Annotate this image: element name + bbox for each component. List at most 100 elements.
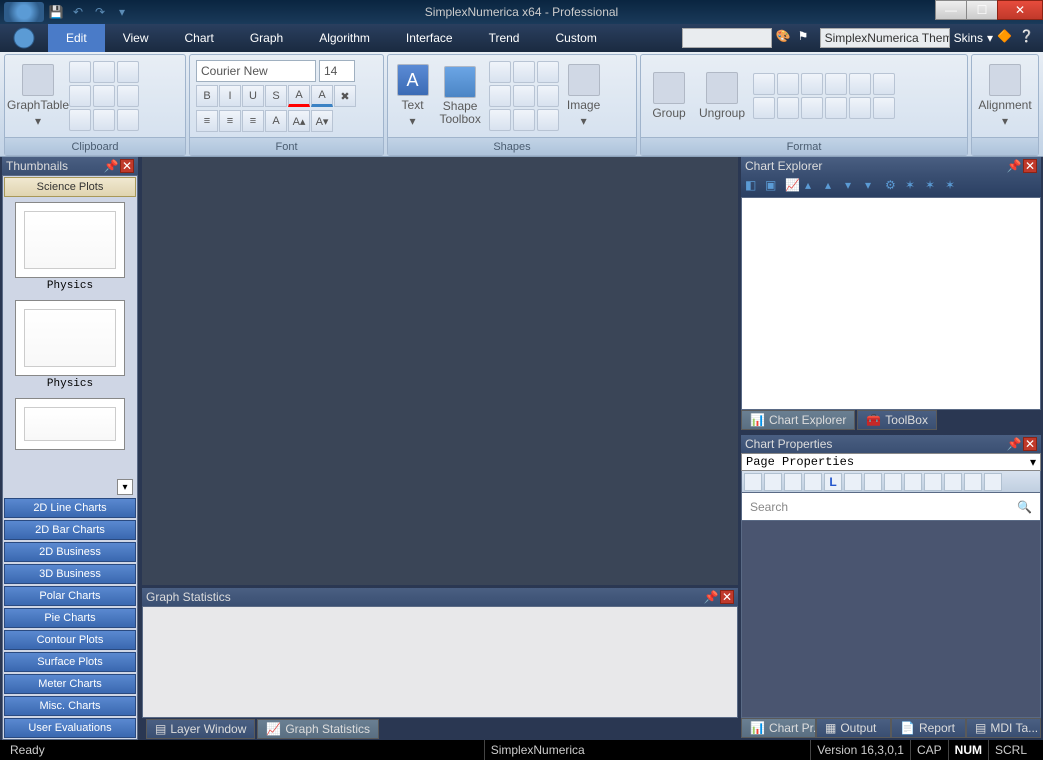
tool-icon[interactable]: 📈 bbox=[785, 178, 801, 194]
help-icon[interactable]: ❔ bbox=[1019, 29, 1037, 47]
prop-icon[interactable] bbox=[884, 473, 902, 491]
app-logo-icon[interactable] bbox=[4, 2, 44, 22]
pin-icon[interactable]: 📌 bbox=[1007, 437, 1021, 451]
undo-icon[interactable]: ↶ bbox=[68, 3, 88, 21]
tool-icon[interactable]: ▣ bbox=[765, 178, 781, 194]
prop-open-icon[interactable] bbox=[764, 473, 782, 491]
pin-icon[interactable]: 📌 bbox=[704, 590, 718, 604]
app-menu-icon[interactable] bbox=[0, 24, 48, 52]
select-icon[interactable] bbox=[117, 109, 139, 131]
tool-icon[interactable]: ✶ bbox=[905, 178, 921, 194]
close-button[interactable]: ✕ bbox=[997, 0, 1043, 20]
distribute-h-icon[interactable] bbox=[849, 97, 871, 119]
rotate-right-icon[interactable] bbox=[777, 73, 799, 95]
tab-interface[interactable]: Interface bbox=[388, 24, 471, 52]
palette-icon[interactable]: 🎨 bbox=[776, 29, 794, 47]
polygon-icon[interactable] bbox=[537, 85, 559, 107]
shrink-font-icon[interactable]: A▾ bbox=[311, 110, 333, 132]
replace-icon[interactable] bbox=[93, 109, 115, 131]
shape-toolbox-button[interactable]: ShapeToolbox bbox=[435, 61, 485, 131]
prop-icon[interactable] bbox=[944, 473, 962, 491]
tab-view[interactable]: View bbox=[105, 24, 167, 52]
font-color-icon[interactable]: A bbox=[288, 85, 310, 107]
ungroup-button[interactable]: Ungroup bbox=[695, 61, 749, 131]
distribute-v-icon[interactable] bbox=[873, 97, 895, 119]
close-panel-icon[interactable]: ✕ bbox=[720, 590, 734, 604]
pointer-icon[interactable] bbox=[608, 98, 630, 120]
rotate-left-icon[interactable] bbox=[753, 73, 775, 95]
tab-chart[interactable]: Chart bbox=[166, 24, 231, 52]
scissors-icon[interactable] bbox=[93, 85, 115, 107]
grow-font-icon[interactable]: A▴ bbox=[288, 110, 310, 132]
flip-h-icon[interactable] bbox=[801, 73, 823, 95]
close-panel-icon[interactable]: ✕ bbox=[1023, 159, 1037, 173]
italic-button[interactable]: I bbox=[219, 85, 241, 107]
prop-icon[interactable] bbox=[864, 473, 882, 491]
tool-icon[interactable]: ✶ bbox=[925, 178, 941, 194]
arrow-icon[interactable] bbox=[489, 85, 511, 107]
strike-button[interactable]: S bbox=[265, 85, 287, 107]
flip-v-icon[interactable] bbox=[825, 73, 847, 95]
edit-shape-icon[interactable] bbox=[608, 72, 630, 94]
tab-trend[interactable]: Trend bbox=[471, 24, 538, 52]
prop-frame-icon[interactable] bbox=[804, 473, 822, 491]
tool-icon[interactable]: ⚙ bbox=[885, 178, 901, 194]
tool-icon[interactable]: ✶ bbox=[945, 178, 961, 194]
qat-dropdown-icon[interactable]: ▾ bbox=[112, 3, 132, 21]
pin-icon[interactable]: 📌 bbox=[104, 159, 118, 173]
align-center-icon[interactable]: ≡ bbox=[219, 110, 241, 132]
tab-graph[interactable]: Graph bbox=[232, 24, 301, 52]
tab-output[interactable]: ▦Output bbox=[816, 718, 891, 738]
main-canvas[interactable] bbox=[142, 157, 738, 585]
prop-save-icon[interactable] bbox=[784, 473, 802, 491]
case-icon[interactable]: A bbox=[265, 110, 287, 132]
tool-icon[interactable]: ▴ bbox=[805, 178, 821, 194]
tool-icon[interactable]: ▾ bbox=[865, 178, 881, 194]
tab-layer-window[interactable]: ▤Layer Window bbox=[146, 719, 255, 739]
tool-icon[interactable]: ◧ bbox=[745, 178, 761, 194]
tab-toolbox[interactable]: 🧰ToolBox bbox=[857, 410, 937, 430]
thumb-items[interactable]: Physics Physics ▾ bbox=[3, 198, 137, 497]
thumb-item[interactable]: Physics bbox=[3, 198, 137, 296]
menubar-search-input[interactable] bbox=[682, 28, 772, 48]
save-icon[interactable]: 💾 bbox=[46, 3, 66, 21]
graphstats-body[interactable] bbox=[142, 606, 738, 718]
bold-button[interactable]: B bbox=[196, 85, 218, 107]
prop-icon[interactable] bbox=[964, 473, 982, 491]
line-icon[interactable] bbox=[489, 61, 511, 83]
tab-algorithm[interactable]: Algorithm bbox=[301, 24, 388, 52]
mirror-h-icon[interactable] bbox=[849, 73, 871, 95]
properties-search-input[interactable]: Search bbox=[741, 493, 1041, 521]
prop-icon[interactable] bbox=[904, 473, 922, 491]
prop-icon[interactable] bbox=[924, 473, 942, 491]
send-back-icon[interactable] bbox=[777, 97, 799, 119]
thumb-category[interactable]: 2D Line Charts bbox=[4, 498, 136, 518]
close-panel-icon[interactable]: ✕ bbox=[120, 159, 134, 173]
tab-graph-statistics[interactable]: 📈Graph Statistics bbox=[257, 719, 379, 739]
pin-icon[interactable]: 📌 bbox=[1007, 159, 1021, 173]
maximize-button[interactable]: ☐ bbox=[966, 0, 998, 20]
group-button[interactable]: Group bbox=[647, 61, 691, 131]
scroll-down-icon[interactable]: ▾ bbox=[117, 479, 133, 495]
properties-grid[interactable] bbox=[741, 521, 1041, 718]
text-button[interactable]: A Text ▾ bbox=[394, 61, 431, 131]
thumb-category[interactable]: 2D Bar Charts bbox=[4, 520, 136, 540]
copy-icon[interactable] bbox=[69, 61, 91, 83]
align-left-icon[interactable]: ≡ bbox=[196, 110, 218, 132]
clip-icon[interactable] bbox=[69, 85, 91, 107]
tool-icon[interactable]: ▾ bbox=[845, 178, 861, 194]
tab-edit[interactable]: Edit bbox=[48, 24, 105, 52]
font-name-combo[interactable]: Courier New bbox=[196, 60, 316, 82]
thumb-category[interactable]: Misc. Charts bbox=[4, 696, 136, 716]
skins-label[interactable]: Skins bbox=[954, 31, 983, 45]
close-panel-icon[interactable]: ✕ bbox=[1023, 437, 1037, 451]
thumb-category-active[interactable]: Science Plots bbox=[4, 177, 136, 197]
tab-chart-properties[interactable]: 📊Chart Pr... bbox=[741, 718, 816, 738]
highlight-icon[interactable]: A bbox=[311, 85, 333, 107]
tab-chart-explorer[interactable]: 📊Chart Explorer bbox=[741, 410, 855, 430]
thumb-item[interactable] bbox=[3, 394, 137, 450]
cut-icon[interactable] bbox=[117, 61, 139, 83]
tab-custom[interactable]: Custom bbox=[537, 24, 614, 52]
duplicate-icon[interactable] bbox=[537, 61, 559, 83]
prop-line-icon[interactable]: L bbox=[824, 473, 842, 491]
